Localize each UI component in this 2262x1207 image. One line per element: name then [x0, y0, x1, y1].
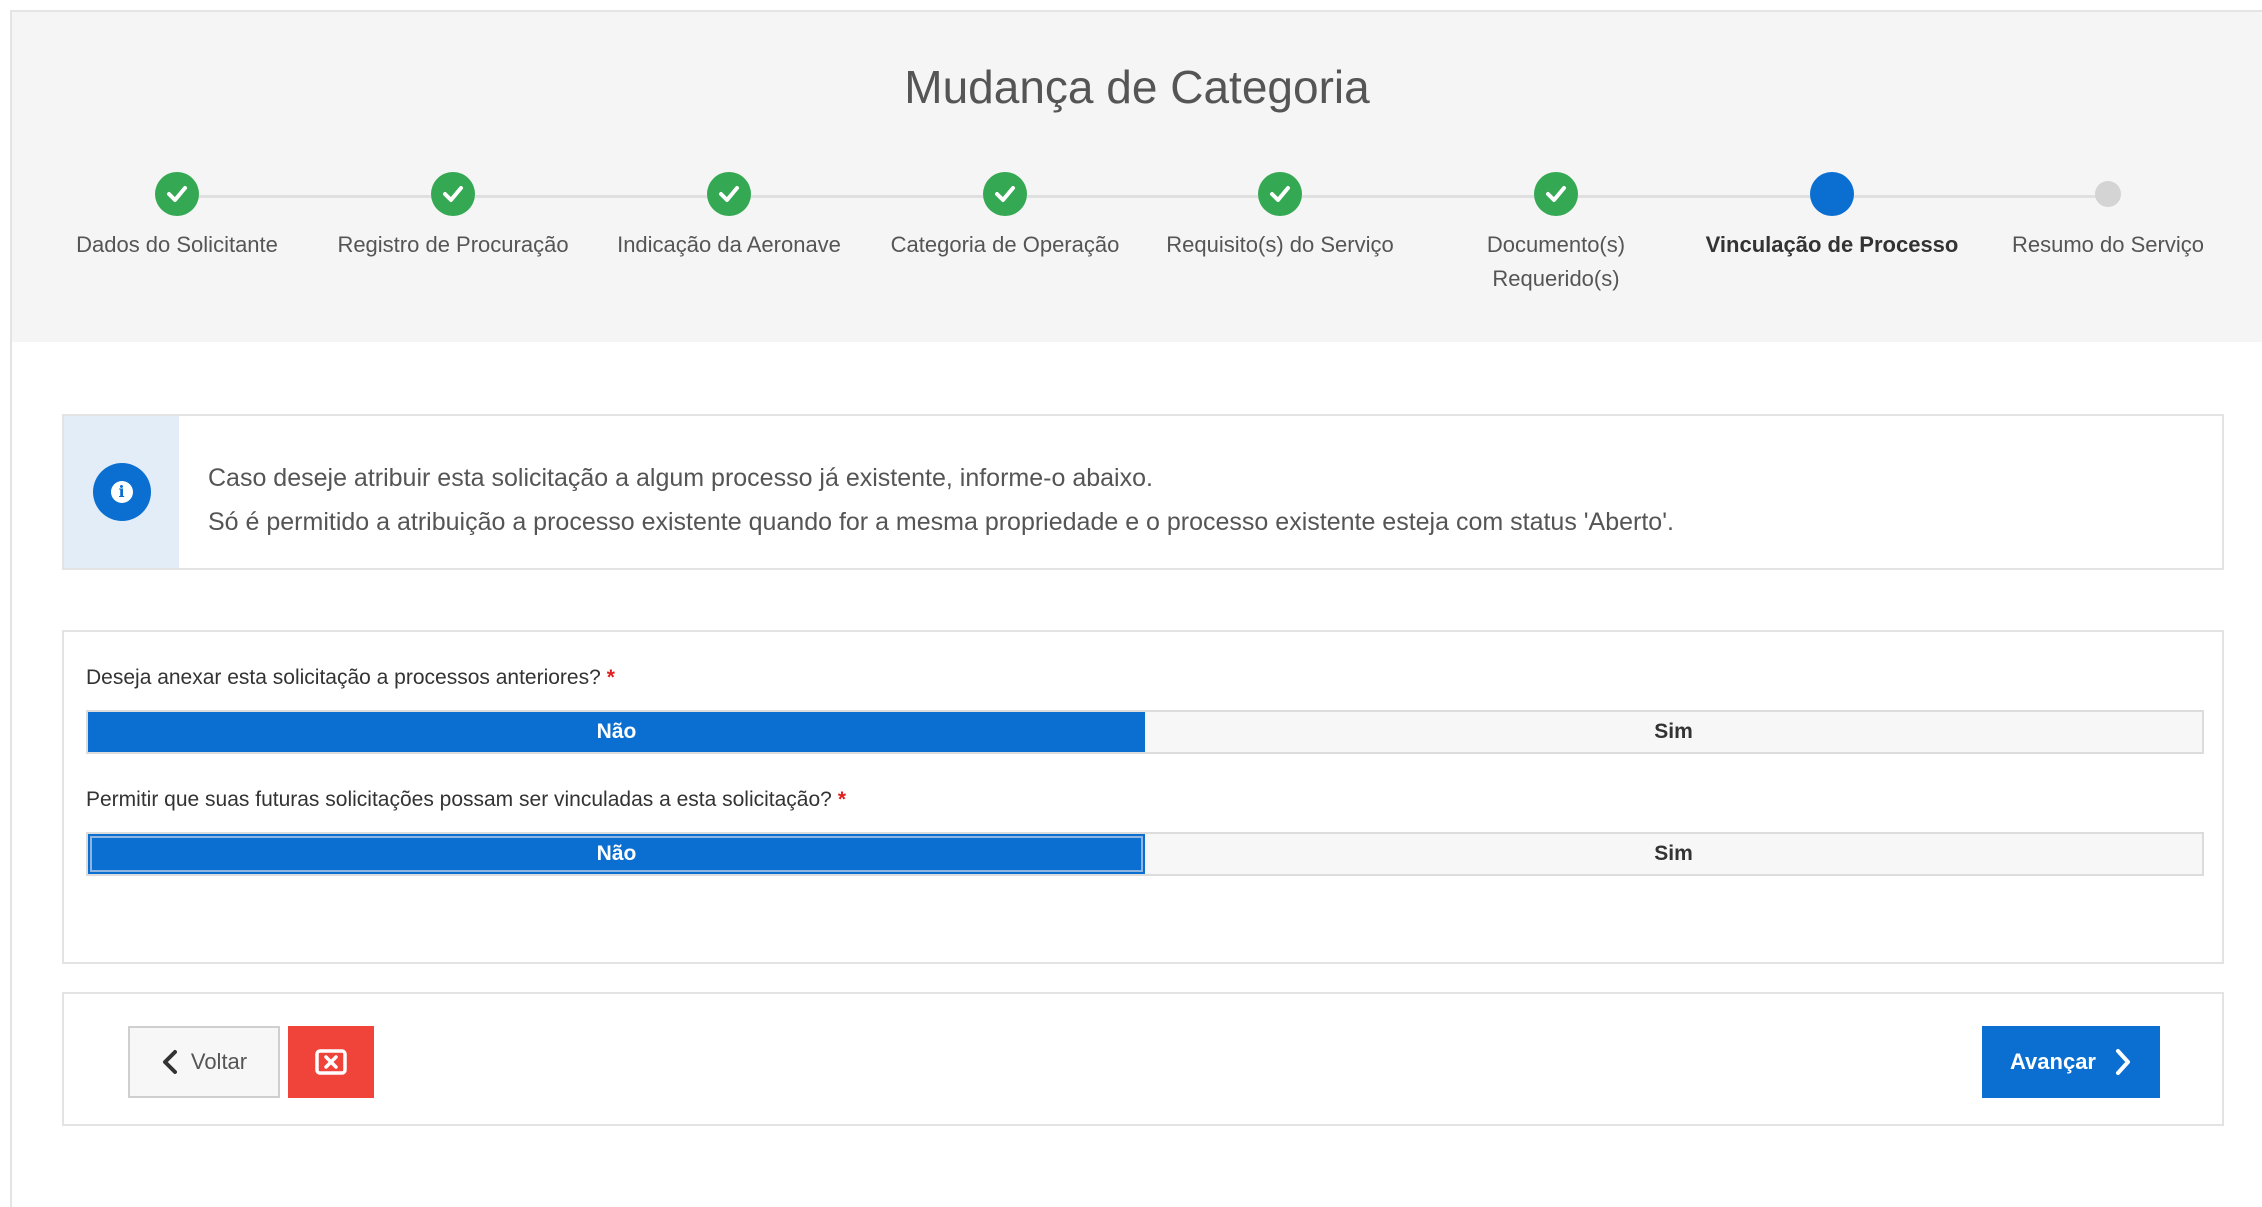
back-button-label: Voltar	[190, 1049, 248, 1074]
future-link-toggle[interactable]: Não Sim	[86, 832, 2204, 876]
step-registro-de-procuracao[interactable]: Registro de Procuração	[323, 172, 583, 262]
step-dados-do-solicitante[interactable]: Dados do Solicitante	[47, 172, 307, 262]
required-mark: *	[837, 788, 847, 811]
wizard-header: Mudança de Categoria Dados do Solicitant…	[12, 12, 2262, 342]
question-attach-label: Deseja anexar esta solicitação a process…	[86, 666, 615, 690]
next-button-label: Avançar	[2009, 1049, 2096, 1074]
step-label: Dados do Solicitante	[76, 232, 278, 257]
cancel-button[interactable]	[288, 1026, 374, 1098]
step-label-line2: Requerido(s)	[1492, 266, 1620, 291]
check-icon	[155, 172, 199, 216]
required-mark: *	[606, 666, 615, 689]
step-label-line1: Documento(s)	[1486, 232, 1626, 257]
step-label: Requisito(s) do Serviço	[1166, 232, 1394, 257]
chevron-right-icon	[2116, 1049, 2130, 1075]
step-resumo-do-servico[interactable]: Resumo do Serviço	[1978, 172, 2238, 262]
info-alert: i Caso deseje atribuir esta solicitação …	[62, 414, 2224, 570]
step-label: Resumo do Serviço	[2012, 232, 2204, 257]
info-line-2: Só é permitido a atribuição a processo e…	[208, 508, 1674, 536]
info-message: Caso deseje atribuir esta solicitação a …	[208, 456, 1674, 544]
process-link-form: Deseja anexar esta solicitação a process…	[62, 630, 2224, 964]
check-icon	[1258, 172, 1302, 216]
step-label: Registro de Procuração	[337, 232, 569, 257]
step-label: Vinculação de Processo	[1705, 232, 1959, 257]
question-future-link-label: Permitir que suas futuras solicitações p…	[86, 788, 846, 812]
step-categoria-de-operacao[interactable]: Categoria de Operação	[875, 172, 1135, 262]
pending-step-dot	[2095, 181, 2121, 207]
current-step-dot	[1810, 172, 1854, 216]
check-icon	[431, 172, 475, 216]
future-link-option-nao[interactable]: Não	[88, 834, 1145, 874]
step-label: Indicação da Aeronave	[617, 232, 841, 257]
check-icon	[983, 172, 1027, 216]
next-button[interactable]: Avançar	[1982, 1026, 2160, 1098]
chevron-left-icon	[162, 1050, 177, 1074]
info-icon: i	[92, 463, 151, 521]
info-alert-sidebar: i	[64, 416, 179, 568]
step-label: Categoria de Operação	[890, 232, 1120, 257]
check-icon	[707, 172, 751, 216]
question-future-link-text: Permitir que suas futuras solicitações p…	[86, 788, 832, 811]
step-documentos-requeridos[interactable]: Documento(s) Requerido(s)	[1426, 172, 1686, 296]
wizard-actions: Voltar Avançar	[62, 992, 2224, 1126]
question-attach-text: Deseja anexar esta solicitação a process…	[86, 666, 601, 689]
step-label: Documento(s) Requerido(s)	[1426, 228, 1686, 296]
close-box-icon	[315, 1049, 347, 1075]
check-icon	[1534, 172, 1578, 216]
attach-option-nao[interactable]: Não	[88, 712, 1145, 752]
info-line-1: Caso deseje atribuir esta solicitação a …	[208, 464, 1153, 492]
step-vinculacao-de-processo[interactable]: Vinculação de Processo	[1702, 172, 1962, 262]
step-requisitos-do-servico[interactable]: Requisito(s) do Serviço	[1150, 172, 1410, 262]
step-indicacao-da-aeronave[interactable]: Indicação da Aeronave	[599, 172, 859, 262]
attach-option-sim[interactable]: Sim	[1145, 712, 2202, 752]
back-button[interactable]: Voltar	[128, 1026, 280, 1098]
attach-toggle[interactable]: Não Sim	[86, 710, 2204, 754]
page-title: Mudança de Categoria	[904, 61, 1370, 113]
future-link-option-sim[interactable]: Sim	[1145, 834, 2202, 874]
